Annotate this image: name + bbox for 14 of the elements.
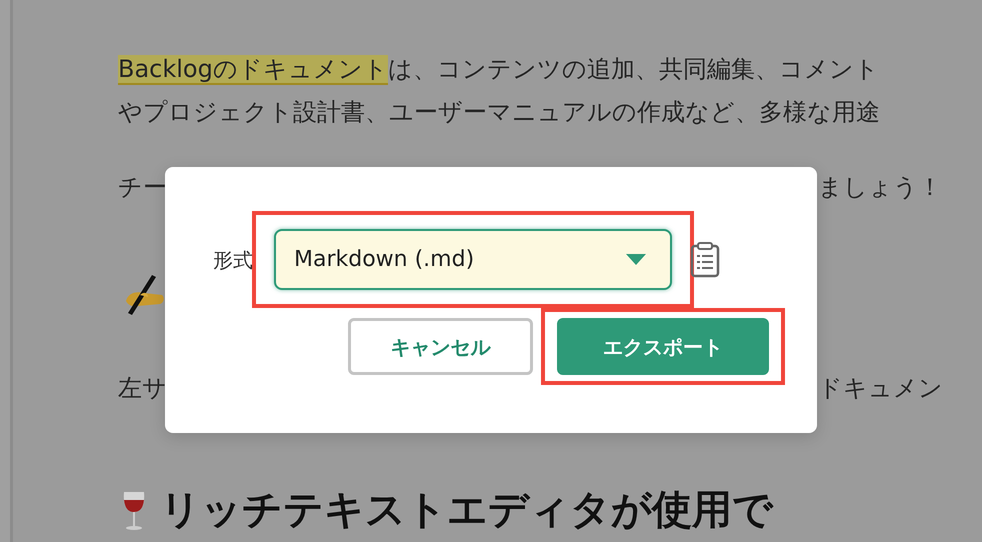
caret-icon xyxy=(626,254,646,265)
paragraph-text: チー xyxy=(118,172,167,203)
paragraph-text: ドキュメン xyxy=(818,373,944,404)
export-button[interactable]: エクスポート xyxy=(557,318,769,375)
highlighted-text: Backlogのドキュメント xyxy=(118,55,388,85)
paragraph-text: 左サ xyxy=(118,373,167,404)
cancel-button[interactable]: キャンセル xyxy=(348,318,533,375)
field-label: 形式 xyxy=(213,246,253,274)
section-heading: リッチテキストエディタが使用で xyxy=(160,486,773,535)
clipboard-icon xyxy=(690,242,720,278)
paragraph-text: ましょう！ xyxy=(818,172,943,203)
paragraph-text: は、コンテンツの追加、共同編集、コメント xyxy=(388,55,879,83)
format-select[interactable]: Markdown (.md) xyxy=(274,229,672,290)
paragraph-text: やプロジェクト設計書、ユーザーマニュアルの作成など、多様な用途 xyxy=(118,98,880,126)
